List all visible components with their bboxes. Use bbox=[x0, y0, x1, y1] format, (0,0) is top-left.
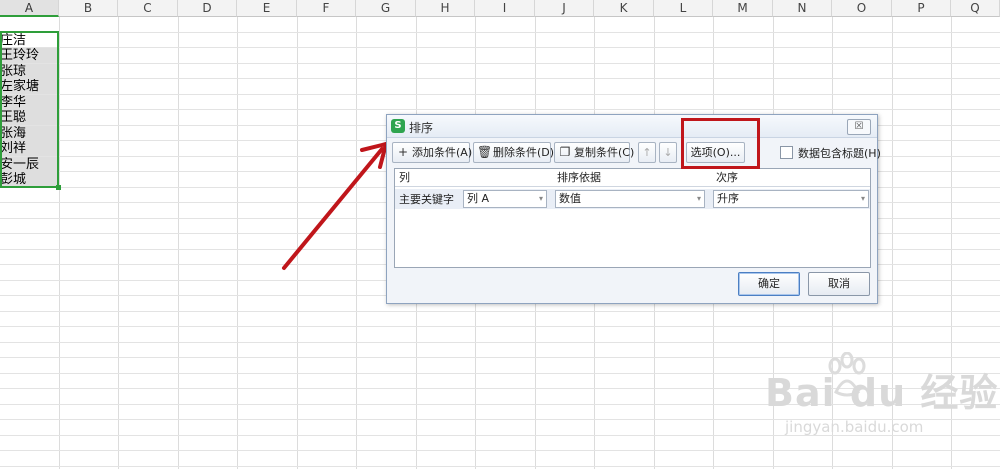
arrow-up-icon: ↑ bbox=[642, 146, 652, 159]
header-checkbox-row[interactable]: 数据包含标题(H) bbox=[780, 145, 881, 161]
wps-spreadsheet-icon: S bbox=[391, 119, 405, 133]
header-checkbox[interactable] bbox=[780, 146, 793, 159]
sort-dialog: S 排序 ☒ + 添加条件(A) 🗑删除条件(D) ❐ 复制条件(C) ↑ ↓ 选项… bbox=[386, 114, 881, 304]
copy-condition-label: 复制条件(C) bbox=[574, 146, 635, 159]
dropdown-arrow-icon: ▾ bbox=[860, 194, 865, 203]
trash-icon: 🗑 bbox=[477, 145, 493, 159]
close-button[interactable]: ☒ bbox=[847, 119, 871, 135]
add-condition-button[interactable]: + 添加条件(A) bbox=[392, 142, 473, 163]
primary-key-label: 主要关键字 bbox=[399, 193, 454, 206]
cancel-button[interactable]: 取消 bbox=[808, 272, 870, 296]
sort-on-select[interactable]: 数值 ▾ bbox=[555, 190, 705, 208]
add-condition-label: 添加条件(A) bbox=[412, 146, 473, 159]
move-up-button[interactable]: ↑ bbox=[638, 142, 656, 163]
move-down-button[interactable]: ↓ bbox=[659, 142, 677, 163]
grid-header: 列 排序依据 次序 bbox=[395, 169, 870, 187]
delete-condition-label: 删除条件(D) bbox=[493, 146, 555, 159]
arrow-down-icon: ↓ bbox=[663, 146, 673, 159]
plus-icon: + bbox=[397, 145, 409, 159]
dialog-title: 排序 bbox=[409, 121, 434, 135]
sort-conditions-grid: 列 排序依据 次序 主要关键字 列 A ▾ 数值 ▾ 升序 ▾ bbox=[394, 168, 871, 268]
copy-icon: ❐ bbox=[559, 145, 571, 159]
delete-condition-button[interactable]: 🗑删除条件(D) bbox=[473, 142, 555, 163]
annotation-highlight-box bbox=[681, 118, 760, 169]
dropdown-arrow-icon: ▾ bbox=[696, 194, 701, 203]
header-order: 次序 bbox=[716, 171, 738, 184]
dropdown-arrow-icon: ▾ bbox=[538, 194, 543, 203]
baidu-watermark: Bai du 经验 jingyan.baidu.com bbox=[765, 362, 999, 436]
dialog-titlebar[interactable]: S 排序 ☒ bbox=[387, 115, 877, 138]
watermark-url: jingyan.baidu.com bbox=[785, 418, 924, 436]
header-column: 列 bbox=[399, 171, 410, 184]
sort-on-select-value: 数值 bbox=[559, 192, 581, 205]
order-select[interactable]: 升序 ▾ bbox=[713, 190, 869, 208]
copy-condition-button[interactable]: ❐ 复制条件(C) bbox=[554, 142, 634, 163]
column-select[interactable]: 列 A ▾ bbox=[463, 190, 547, 208]
order-select-value: 升序 bbox=[717, 192, 739, 205]
ok-button[interactable]: 确定 bbox=[738, 272, 800, 296]
column-select-value: 列 A bbox=[467, 192, 490, 205]
header-checkbox-label: 数据包含标题(H) bbox=[798, 147, 881, 160]
watermark-brand: Bai du 经验 bbox=[765, 371, 999, 415]
header-sort-on: 排序依据 bbox=[557, 171, 601, 184]
